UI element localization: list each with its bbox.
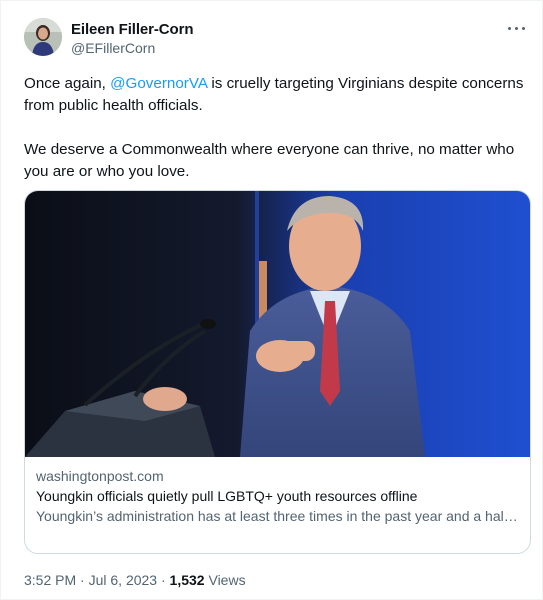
tweet-time[interactable]: 3:52 PM [24, 572, 76, 588]
card-info[interactable]: washingtonpost.com Youngkin officials qu… [36, 466, 521, 526]
card-domain: washingtonpost.com [36, 468, 164, 484]
card-description: Youngkin’s administration has at least t… [36, 508, 521, 524]
meta-separator: · [157, 572, 170, 588]
author-name[interactable]: Eileen Filler-Corn [71, 21, 193, 38]
tweet-text-segment: Once again, [24, 75, 111, 92]
tweet-meta: 3:52 PM · Jul 6, 2023 · 1,532 Views [24, 572, 246, 588]
views-label: Views [204, 572, 246, 588]
tweet-paragraph-1: Once again, @GovernorVA is cruelly targe… [24, 73, 529, 117]
meta-separator: · [76, 572, 89, 588]
tweet-text: Once again, @GovernorVA is cruelly targe… [24, 73, 529, 183]
tweet-container: Eileen Filler-Corn @EFillerCorn Once aga… [0, 0, 543, 600]
author-handle[interactable]: @EFillerCorn [71, 40, 155, 56]
mention-link[interactable]: @GovernorVA [110, 75, 207, 92]
tweet-paragraph-2: We deserve a Commonwealth where everyone… [24, 141, 515, 180]
more-horizontal-icon[interactable] [506, 21, 528, 37]
tweet-date[interactable]: Jul 6, 2023 [89, 572, 158, 588]
card-image[interactable] [25, 191, 530, 457]
link-card[interactable]: washingtonpost.com Youngkin officials qu… [24, 190, 531, 554]
avatar[interactable] [24, 18, 62, 56]
views-count: 1,532 [169, 572, 205, 588]
card-title: Youngkin officials quietly pull LGBTQ+ y… [36, 488, 418, 504]
